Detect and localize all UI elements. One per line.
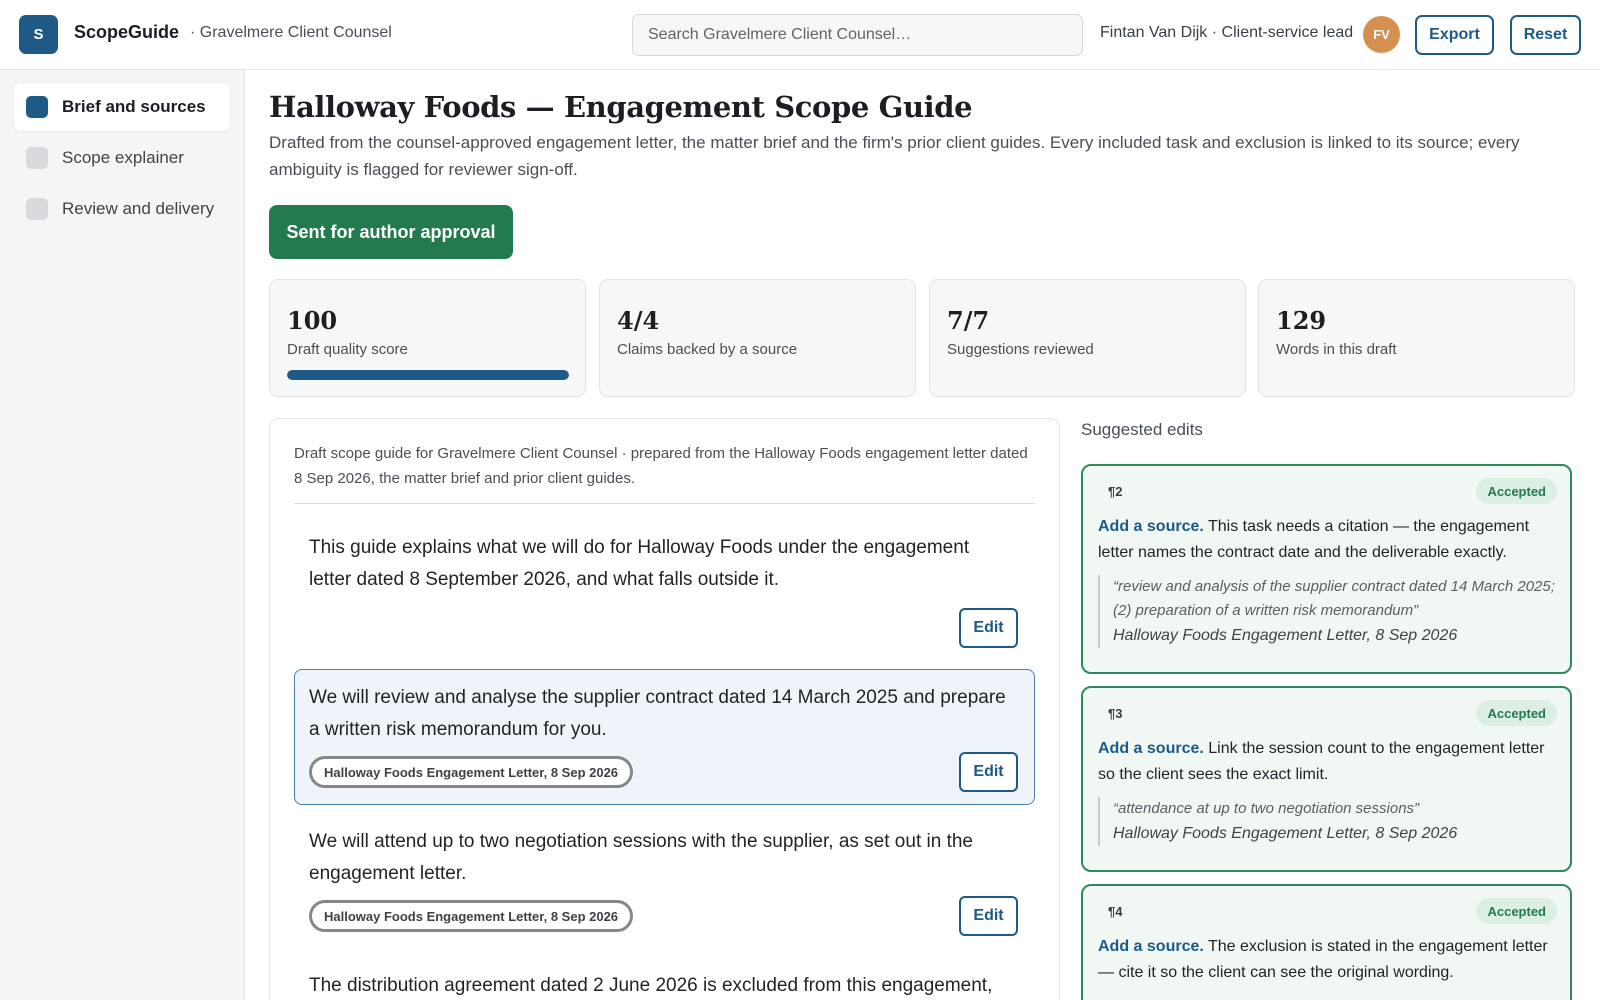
sidebar-item-label: Brief and sources [62, 97, 206, 116]
paragraph-text: The distribution agreement dated 2 June … [309, 975, 993, 996]
paragraph-ref: ¶3 [1108, 706, 1123, 721]
user-name: Fintan Van Dijk · Client-service lead [1100, 24, 1354, 41]
search-input[interactable] [632, 14, 1083, 56]
draft-paragraph[interactable]: The distribution agreement dated 2 June … [294, 957, 1035, 1000]
status-badge: Accepted [1476, 478, 1557, 504]
stat-label: Suggestions reviewed [947, 341, 1094, 358]
stat-card-words: 129 Words in this draft [1258, 279, 1575, 397]
avatar[interactable]: FV [1363, 16, 1400, 53]
step-check-icon [26, 96, 48, 118]
suggestion-text: Add a source. This task needs a citation… [1098, 514, 1558, 566]
stat-value: 100 [287, 306, 338, 335]
step-check-icon [26, 198, 48, 220]
top-bar: S ScopeGuide · Gravelmere Client Counsel… [0, 0, 1600, 70]
sidebar-item-scope-explainer[interactable]: Scope explainer [14, 134, 230, 182]
paragraph-ref: ¶4 [1108, 904, 1123, 919]
divider [294, 503, 1035, 504]
draft-paragraph-selected[interactable]: We will review and analyse the supplier … [294, 669, 1035, 805]
sidebar: Brief and sources Scope explainer Review… [0, 70, 245, 1000]
step-check-icon [26, 147, 48, 169]
edit-button[interactable]: Edit [959, 896, 1018, 936]
approval-status-button[interactable]: Sent for author approval [269, 205, 513, 259]
stat-value: 7/7 [947, 306, 990, 335]
status-badge: Accepted [1476, 898, 1557, 924]
quality-progress-fill [287, 370, 569, 380]
edit-button[interactable]: Edit [959, 608, 1018, 648]
paragraph-ref: ¶2 [1108, 484, 1123, 499]
reset-button[interactable]: Reset [1510, 15, 1581, 55]
source-quote: “review and analysis of the supplier con… [1098, 575, 1558, 648]
quality-progress-bar [287, 370, 569, 380]
sidebar-item-brief-and-sources[interactable]: Brief and sources [14, 83, 230, 131]
status-badge: Accepted [1476, 700, 1557, 726]
app-name: ScopeGuide [74, 22, 180, 42]
draft-paragraph[interactable]: We will attend up to two negotiation ses… [294, 813, 1035, 949]
draft-panel: Draft scope guide for Gravelmere Client … [269, 418, 1060, 1000]
suggestion-text: Add a source. The exclusion is stated in… [1098, 934, 1558, 986]
source-chip[interactable]: Halloway Foods Engagement Letter, 8 Sep … [309, 900, 634, 932]
suggestion-card[interactable]: ¶4 Accepted Add a source. The exclusion … [1081, 884, 1572, 1000]
draft-meta: Draft scope guide for Gravelmere Client … [294, 445, 1028, 487]
stat-label: Draft quality score [287, 341, 408, 358]
paragraph-text: We will attend up to two negotiation ses… [309, 831, 973, 884]
suggestion-card[interactable]: ¶3 Accepted Add a source. Link the sessi… [1081, 686, 1572, 872]
app-logo[interactable]: S [19, 15, 58, 54]
stat-label: Claims backed by a source [617, 341, 798, 358]
export-button[interactable]: Export [1415, 15, 1494, 55]
sidebar-item-review-and-delivery[interactable]: Review and delivery [14, 185, 230, 233]
suggestions-heading: Suggested edits [1081, 420, 1203, 439]
paragraph-text: This guide explains what we will do for … [309, 537, 970, 590]
suggestion-lead: Add a source. [1098, 938, 1204, 955]
suggestion-text: Add a source. Link the session count to … [1098, 736, 1558, 788]
suggestion-card[interactable]: ¶2 Accepted Add a source. This task need… [1081, 464, 1572, 674]
stat-label: Words in this draft [1276, 341, 1397, 358]
quote-text: “attendance at up to two negotiation ses… [1113, 800, 1420, 817]
suggestion-lead: Add a source. [1098, 740, 1204, 757]
quote-source: Halloway Foods Engagement Letter, 8 Sep … [1113, 627, 1458, 644]
sidebar-item-label: Review and delivery [62, 199, 215, 218]
stat-card-suggestions: 7/7 Suggestions reviewed [929, 279, 1246, 397]
org-name: · Gravelmere Client Counsel [190, 24, 392, 41]
quote-source: Halloway Foods Engagement Letter, 8 Sep … [1113, 825, 1458, 842]
stat-value: 4/4 [617, 306, 660, 335]
stat-value: 129 [1276, 306, 1327, 335]
source-quote: “attendance at up to two negotiation ses… [1098, 797, 1558, 846]
page-title: Halloway Foods — Engagement Scope Guide [269, 90, 973, 124]
paragraph-text: We will review and analyse the supplier … [309, 687, 1006, 740]
stat-card-claims: 4/4 Claims backed by a source [599, 279, 916, 397]
suggestion-lead: Add a source. [1098, 518, 1204, 535]
page-subtitle: Drafted from the counsel-approved engage… [269, 133, 1520, 179]
quote-text: “review and analysis of the supplier con… [1113, 578, 1555, 619]
sidebar-item-label: Scope explainer [62, 148, 184, 167]
stat-card-quality: 100 Draft quality score [269, 279, 586, 397]
source-chip[interactable]: Halloway Foods Engagement Letter, 8 Sep … [309, 756, 634, 788]
edit-button[interactable]: Edit [959, 752, 1018, 792]
draft-paragraph[interactable]: This guide explains what we will do for … [294, 519, 1035, 663]
